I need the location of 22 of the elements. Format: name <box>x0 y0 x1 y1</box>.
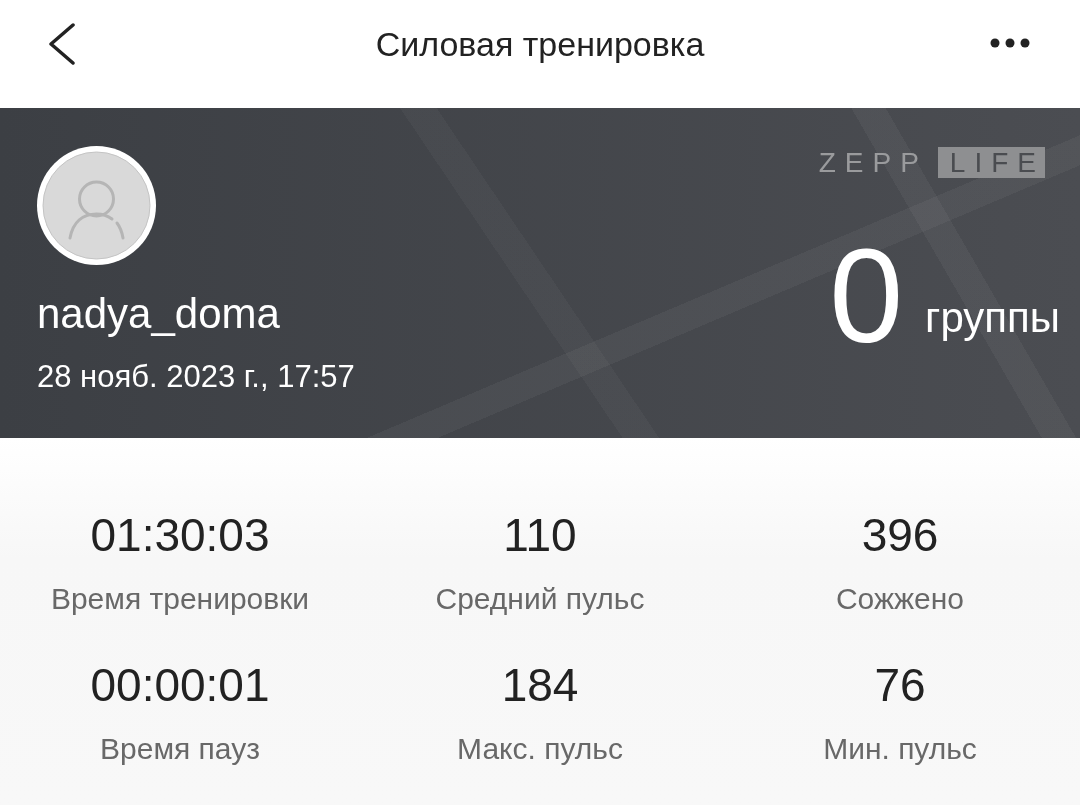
stat-label: Мин. пульс <box>823 731 977 767</box>
stat-value: 76 <box>874 658 926 713</box>
brand-tag: LIFE <box>937 147 1045 178</box>
stat-value: 01:30:03 <box>90 508 270 563</box>
stat-label: Время пауз <box>100 731 260 767</box>
more-icon[interactable] <box>990 38 1030 48</box>
stat-label: Макс. пульс <box>457 731 623 767</box>
workout-date: 28 нояб. 2023 г., 17:57 <box>37 358 355 396</box>
stat-label: Средний пульс <box>435 581 645 617</box>
stat-value: 396 <box>861 508 939 563</box>
username: nadya_doma <box>37 289 280 339</box>
stat-label: Сожжено <box>835 581 965 617</box>
stat-value: 110 <box>503 508 577 563</box>
stat-label: Время тренировки <box>50 581 310 617</box>
avatar-icon <box>37 146 156 265</box>
stat-value: 00:00:01 <box>90 658 270 713</box>
page-title: Силовая тренировка <box>375 24 705 64</box>
stat-value: 184 <box>501 658 579 713</box>
back-icon[interactable] <box>47 23 75 65</box>
sets-unit: группы <box>925 293 1060 343</box>
sets-count: 0 <box>829 230 904 363</box>
brand-wordmark: ZEPP <box>818 147 928 178</box>
